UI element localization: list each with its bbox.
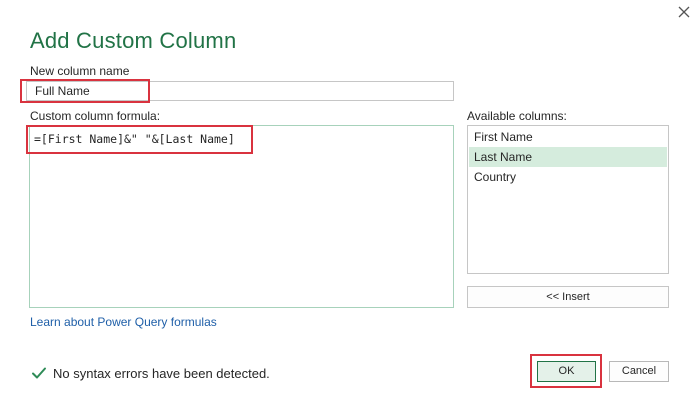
available-columns-list[interactable]: First Name Last Name Country [467,125,669,274]
dialog-title: Add Custom Column [30,28,237,53]
new-column-name-label: New column name [30,64,130,78]
close-icon[interactable] [676,4,692,20]
column-item-first-name[interactable]: First Name [469,127,667,147]
insert-button[interactable]: << Insert [467,286,669,308]
check-icon [32,367,46,379]
cancel-button[interactable]: Cancel [609,361,669,382]
column-item-country[interactable]: Country [469,167,667,187]
ok-button[interactable]: OK [537,361,596,382]
learn-power-query-link[interactable]: Learn about Power Query formulas [30,315,217,329]
custom-column-formula-label: Custom column formula: [30,109,161,123]
formula-editor[interactable] [29,125,454,308]
column-item-last-name[interactable]: Last Name [469,147,667,167]
syntax-status-text: No syntax errors have been detected. [53,366,270,381]
formula-text: =[First Name]&" "&[Last Name] [34,132,235,146]
new-column-name-input[interactable]: Full Name [26,81,454,101]
available-columns-label: Available columns: [467,109,567,123]
